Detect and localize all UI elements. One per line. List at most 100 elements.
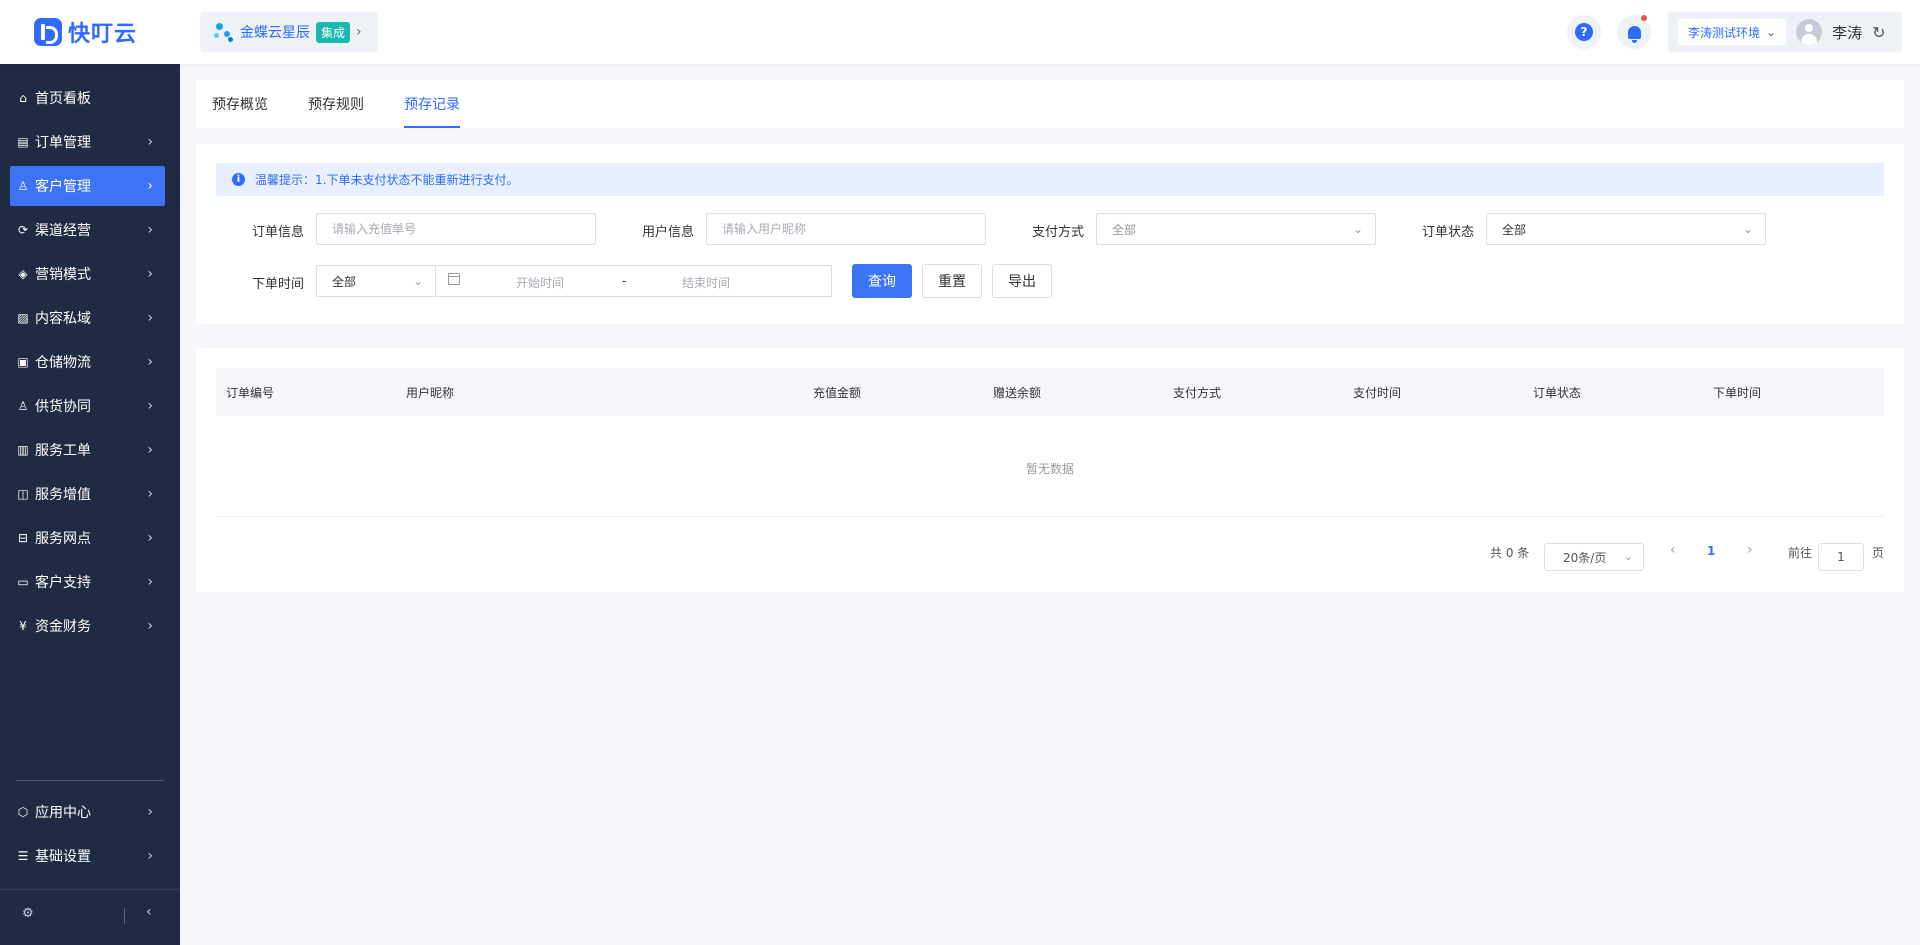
sidebar-item-marketing[interactable]: ◈ 营销模式 › (10, 254, 165, 294)
sidebar-item-customers[interactable]: ♙ 客户管理 › (10, 166, 165, 206)
records-table-panel: 订单编号 用户昵称 充值金额 赠送余额 支付方式 支付时间 订单状态 下单时间 … (196, 348, 1904, 592)
column-order-no: 订单编号 (226, 386, 275, 400)
notification-dot (1641, 15, 1647, 21)
sidebar-item-label: 供货协同 (35, 399, 91, 415)
page-size-value: 20条/页 (1563, 550, 1607, 565)
gear-icon[interactable]: ⚙ (22, 906, 34, 921)
user-name[interactable]: 李涛 (1832, 22, 1862, 43)
order-icon: ▤ (17, 135, 29, 149)
tab-overview[interactable]: 预存概览 (212, 94, 268, 128)
sidebar-item-channels[interactable]: ⟳ 渠道经营 › (10, 210, 165, 250)
kingdee-logo-icon (214, 21, 234, 43)
sidebar-footer: ⚙ ‹ (0, 890, 180, 945)
tab-records[interactable]: 预存记录 (404, 94, 460, 128)
sidebar-item-service-tickets[interactable]: ▥ 服务工单 › (10, 430, 165, 470)
tabs-bar: 预存概览 预存规则 预存记录 (196, 80, 1904, 128)
chevron-right-icon: › (147, 486, 153, 502)
start-time-placeholder[interactable]: 开始时间 (516, 274, 564, 291)
sidebar-item-label: 服务增值 (35, 487, 91, 503)
user-icon: ♙ (17, 179, 29, 193)
sidebar-item-label: 客户支持 (35, 575, 91, 591)
integration-badge: 集成 (316, 21, 351, 43)
bell-icon (1627, 25, 1641, 43)
store-icon: ⊟ (17, 531, 29, 545)
integration-switcher[interactable]: 金蝶云星辰 集成 › (200, 12, 378, 52)
sliders-icon: ☰ (17, 849, 29, 863)
sidebar-item-label: 资金财务 (35, 619, 91, 635)
footer-separator (124, 908, 125, 924)
sidebar-item-service-points[interactable]: ⊟ 服务网点 › (10, 518, 165, 558)
reset-button[interactable]: 重置 (922, 264, 982, 298)
sidebar-item-dashboard[interactable]: ⌂ 首页看板 (10, 78, 165, 118)
sidebar-item-label: 内容私域 (35, 311, 91, 327)
sidebar-divider (16, 780, 164, 781)
sidebar: ⌂ 首页看板 ▤ 订单管理 › ♙ 客户管理 › ⟳ 渠道经营 › ◈ 营销模式… (0, 64, 180, 945)
chevron-right-icon: › (147, 574, 153, 590)
integration-name: 金蝶云星辰 (240, 25, 310, 41)
collapse-sidebar-icon[interactable]: ‹ (146, 904, 152, 920)
calendar-icon (448, 273, 460, 285)
sidebar-item-label: 渠道经营 (35, 223, 91, 239)
chevron-down-icon: ⌄ (1352, 222, 1363, 236)
sidebar-item-support[interactable]: ▭ 客户支持 › (10, 562, 165, 602)
sidebar-item-content[interactable]: ▨ 内容私域 › (10, 298, 165, 338)
chevron-right-icon: › (147, 848, 153, 864)
end-time-placeholder[interactable]: 结束时间 (682, 274, 730, 291)
sidebar-item-label: 应用中心 (35, 805, 91, 821)
supply-icon: ♙ (17, 399, 29, 413)
page-suffix: 页 (1872, 546, 1885, 560)
order-info-label: 订单信息 (252, 225, 305, 240)
query-button[interactable]: 查询 (852, 264, 912, 298)
user-area: 李涛测试环境 ⌄ 李涛 ↻ (1668, 12, 1902, 52)
page-number-current[interactable]: 1 (1707, 544, 1715, 558)
column-user-nickname: 用户昵称 (406, 386, 455, 400)
top-header: 快叮云 金蝶云星辰 集成 › ? 李涛测试环境 ⌄ 李涛 ↻ (0, 0, 1920, 64)
date-separator: - (622, 274, 627, 288)
goto-page-input[interactable]: 1 (1818, 543, 1864, 571)
help-button[interactable]: ? (1567, 15, 1601, 49)
prev-page-icon[interactable]: ‹ (1670, 542, 1676, 558)
app-logo[interactable]: 快叮云 (34, 17, 137, 47)
order-status-select[interactable]: 全部 ⌄ (1486, 213, 1766, 245)
next-page-icon[interactable]: › (1747, 542, 1753, 558)
order-time-select[interactable]: 全部 ⌄ (316, 265, 436, 297)
sidebar-item-label: 订单管理 (35, 135, 91, 151)
image-icon: ▨ (17, 311, 29, 325)
order-status-label: 订单状态 (1422, 225, 1475, 240)
chevron-down-icon: ⌄ (412, 274, 423, 288)
chevron-down-icon: ⌄ (1623, 550, 1633, 563)
column-recharge-amount: 充值金额 (813, 386, 862, 400)
notification-button[interactable] (1617, 15, 1651, 49)
sidebar-item-warehouse[interactable]: ▣ 仓储物流 › (10, 342, 165, 382)
chevron-right-icon: › (147, 618, 153, 634)
environment-select[interactable]: 李涛测试环境 ⌄ (1678, 19, 1787, 45)
chevron-right-icon: › (147, 178, 153, 194)
goto-label: 前往 (1788, 546, 1813, 560)
sidebar-item-value-added[interactable]: ◫ 服务增值 › (10, 474, 165, 514)
sidebar-item-app-center[interactable]: ⬡ 应用中心 › (10, 792, 165, 832)
tag-icon: ◈ (18, 267, 28, 281)
chevron-down-icon: ⌄ (1742, 222, 1753, 236)
sidebar-item-orders[interactable]: ▤ 订单管理 › (10, 122, 165, 162)
refresh-icon[interactable]: ↻ (1872, 23, 1885, 42)
cube-icon: ⬡ (17, 805, 29, 819)
yuan-icon: ¥ (19, 619, 27, 633)
warehouse-icon: ▣ (17, 355, 29, 369)
order-time-label: 下单时间 (252, 277, 305, 292)
avatar[interactable] (1796, 19, 1823, 45)
user-info-input[interactable] (706, 213, 986, 245)
export-button[interactable]: 导出 (992, 264, 1052, 298)
date-range-picker[interactable]: 开始时间 - 结束时间 (436, 265, 832, 297)
tab-rules[interactable]: 预存规则 (308, 94, 364, 128)
sidebar-item-finance[interactable]: ¥ 资金财务 › (10, 606, 165, 646)
chevron-down-icon: ⌄ (1766, 25, 1777, 39)
sidebar-item-basic-settings[interactable]: ☰ 基础设置 › (10, 836, 165, 876)
sidebar-item-supply[interactable]: ♙ 供货协同 › (10, 386, 165, 426)
column-order-time: 下单时间 (1713, 386, 1762, 400)
pay-method-select[interactable]: 全部 ⌄ (1096, 213, 1376, 245)
ticket-icon: ▥ (17, 443, 29, 457)
question-icon: ? (1575, 23, 1593, 41)
page-size-select[interactable]: 20条/页 ⌄ (1544, 543, 1644, 571)
sidebar-item-label: 基础设置 (35, 849, 91, 865)
order-info-input[interactable] (316, 213, 596, 245)
